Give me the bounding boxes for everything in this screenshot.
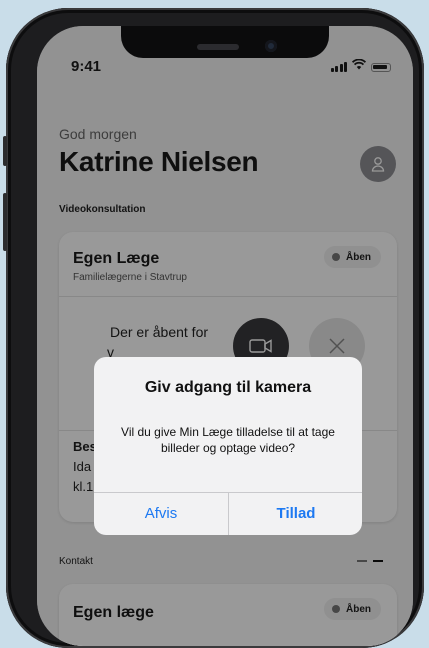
front-camera (265, 40, 277, 52)
phone-screen: 9:41 God morgen Katrine Nielsen Videokon… (37, 26, 413, 646)
phone-frame: 9:41 God morgen Katrine Nielsen Videokon… (3, 8, 424, 648)
notch (121, 26, 329, 58)
status-icons (330, 58, 391, 72)
battery-icon (371, 63, 391, 72)
volume-up-button (3, 193, 7, 251)
mute-switch (3, 136, 7, 166)
alert-message: Vil du give Min Læge tilladelse til at t… (121, 425, 335, 455)
deny-button[interactable]: Afvis (94, 492, 228, 535)
speaker-grille (197, 44, 239, 50)
permission-alert: Giv adgang til kamera Vil du give Min Læ… (94, 357, 362, 535)
modal-overlay (37, 26, 413, 646)
allow-button[interactable]: Tillad (229, 492, 362, 535)
wifi-icon (351, 58, 367, 72)
signal-icon (330, 62, 347, 72)
alert-title: Giv adgang til kamera (144, 379, 312, 396)
status-time: 9:41 (71, 58, 102, 75)
